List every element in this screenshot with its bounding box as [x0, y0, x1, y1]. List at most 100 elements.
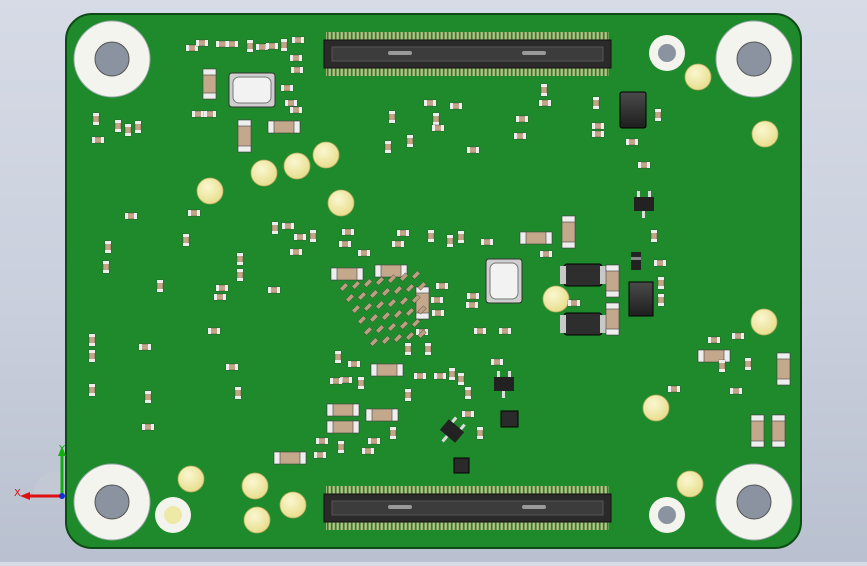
smd-part [457, 372, 465, 386]
smd-part [134, 120, 142, 134]
cad-viewport[interactable]: X Y [0, 0, 867, 562]
smd-part [466, 292, 480, 300]
smd-part [234, 386, 242, 400]
smd-part [433, 372, 447, 380]
smd-part [271, 221, 279, 235]
smd-part [567, 299, 581, 307]
smd-part [88, 333, 96, 347]
smd-part [538, 99, 552, 107]
smd-part [396, 229, 410, 237]
ic-small-1 [500, 410, 519, 428]
pcb-board [65, 13, 802, 549]
smd-part [744, 357, 752, 371]
small-hole-2 [649, 497, 685, 533]
smd-part [215, 284, 229, 292]
smd-part [667, 385, 681, 393]
smd-part [446, 234, 454, 248]
smd-part [637, 161, 651, 169]
smd-part [182, 233, 190, 247]
smd-part [309, 229, 317, 243]
smd-part [466, 146, 480, 154]
smd-part [88, 383, 96, 397]
smd-part [432, 112, 440, 126]
smd-part [265, 42, 279, 50]
smd-part [315, 437, 329, 445]
inductor-2 [560, 312, 606, 336]
smd-part [357, 249, 371, 257]
smd-part [591, 122, 605, 130]
smd-part [138, 343, 152, 351]
x-axis-label: X [14, 488, 21, 499]
smd-part [654, 108, 662, 122]
smd-part [650, 229, 658, 243]
smd-part [657, 293, 665, 307]
smd-part [338, 240, 352, 248]
smd-part [156, 279, 164, 293]
axis-triad: X Y [14, 444, 66, 500]
smd-part [144, 390, 152, 404]
mounting-hole-tr [715, 20, 793, 98]
connector-bottom [323, 486, 612, 530]
smd-part [427, 229, 435, 243]
smd-part [337, 440, 345, 454]
crystal-1 [228, 72, 276, 108]
smd-part [431, 124, 445, 132]
smd-part [289, 248, 303, 256]
mounting-hole-bl [73, 463, 151, 541]
pcb-board-render [65, 13, 802, 549]
smd-part [513, 132, 527, 140]
smd-part [104, 240, 112, 254]
smd-part [267, 286, 281, 294]
smd-part [539, 250, 553, 258]
small-hole-3 [155, 497, 191, 533]
smd-part [449, 102, 463, 110]
smd-part [431, 309, 445, 317]
smd-part [430, 296, 444, 304]
smd-part [236, 268, 244, 282]
smd-part [731, 332, 745, 340]
smd-part [313, 451, 327, 459]
connector-top [323, 32, 612, 76]
smd-part [707, 336, 721, 344]
smd-part [457, 230, 465, 244]
smd-part [341, 228, 355, 236]
smd-part [729, 387, 743, 395]
mounting-hole-tl [73, 20, 151, 98]
ic-qfn [619, 91, 647, 129]
smd-part [465, 301, 479, 309]
smd-part [102, 260, 110, 274]
smd-part [187, 209, 201, 217]
smd-part [291, 36, 305, 44]
small-hole-1 [649, 35, 685, 71]
smd-part [246, 39, 254, 53]
smd-part [653, 259, 667, 267]
smd-part [203, 110, 217, 118]
smd-part [515, 115, 529, 123]
smd-part [114, 119, 122, 133]
smd-part [423, 99, 437, 107]
smd-part [404, 388, 412, 402]
crystal-2 [485, 258, 523, 304]
smd-part [424, 342, 432, 356]
smd-part [384, 140, 392, 154]
smd-part [280, 38, 288, 52]
smd-part [406, 134, 414, 148]
inductor-1 [560, 263, 606, 287]
smd-part [290, 66, 304, 74]
smd-part [284, 99, 298, 107]
smd-part [413, 372, 427, 380]
smd-part [293, 233, 307, 241]
smd-part [625, 138, 639, 146]
smd-part [289, 54, 303, 62]
smd-part [476, 426, 484, 440]
smd-part [461, 410, 475, 418]
smd-part [591, 130, 605, 138]
smd-part [435, 282, 449, 290]
smd-part [389, 426, 397, 440]
smd-part [191, 110, 205, 118]
smd-part [498, 327, 512, 335]
smd-part [361, 447, 375, 455]
smd-part [480, 238, 494, 246]
smd-part [540, 83, 548, 97]
ic-small-2 [453, 457, 470, 474]
